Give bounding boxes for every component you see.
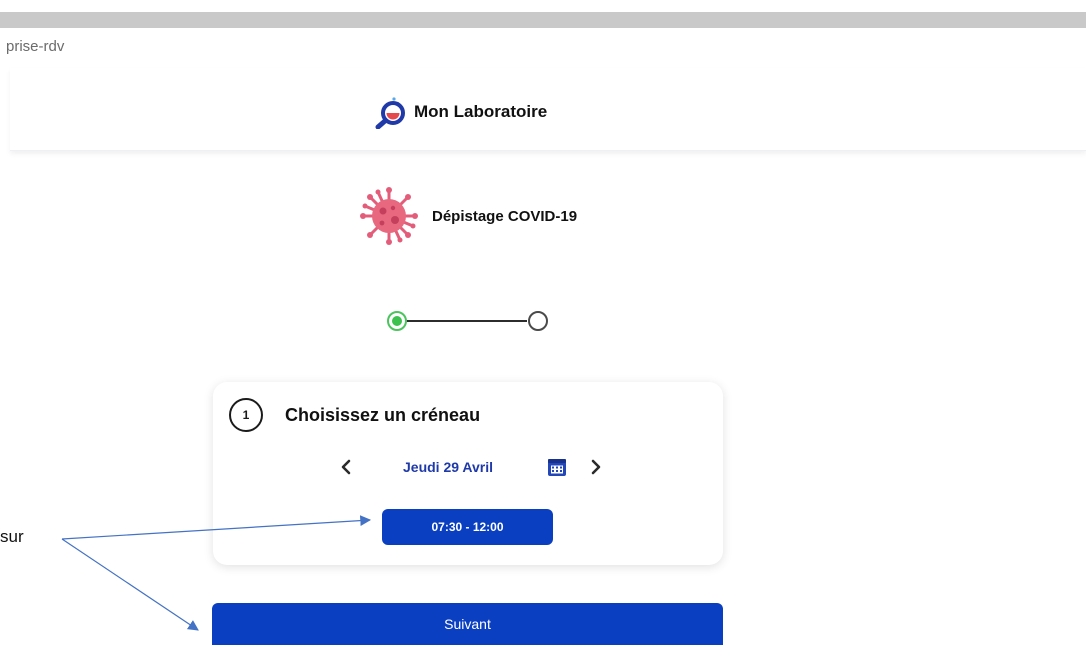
virus-icon [360,187,418,245]
brand-name: Mon Laboratoire [414,102,548,121]
step-indicator-next [528,311,548,331]
card-title: Choisissez un créneau [285,405,481,425]
site-header: Mon Laboratoire [10,68,1086,151]
progress-stepper [385,308,555,334]
step-indicator-current-dot [392,316,402,326]
next-button[interactable]: Suivant [212,603,723,645]
annotation-text: sur [0,527,24,546]
lab-magnifier-logo-icon [375,97,405,129]
slot-selection-card: 1 Choisissez un créneau Jeudi 29 Avril 0… [213,382,723,565]
test-type: Dépistage COVID-19 [358,186,577,246]
page: prise-rdv Mon Laboratoire Dépistage COVI… [0,0,1086,645]
calendar-icon[interactable] [547,457,567,477]
annotation-arrow-to-next [61,538,199,631]
browser-toolbar [0,12,1086,28]
selected-date[interactable]: Jeudi 29 Avril [403,459,493,475]
stepper-connector [403,320,527,322]
chevron-left-icon[interactable] [335,456,357,478]
test-name: Dépistage COVID-19 [432,207,578,225]
url-text: prise-rdv [6,38,65,55]
chevron-right-icon[interactable] [585,456,607,478]
brand[interactable]: Mon Laboratoire [374,95,547,129]
step-number-badge: 1 [229,398,263,432]
address-bar[interactable] [0,31,1086,65]
step-indicator-current [387,311,407,331]
time-slot-button[interactable]: 07:30 - 12:00 [382,509,553,545]
